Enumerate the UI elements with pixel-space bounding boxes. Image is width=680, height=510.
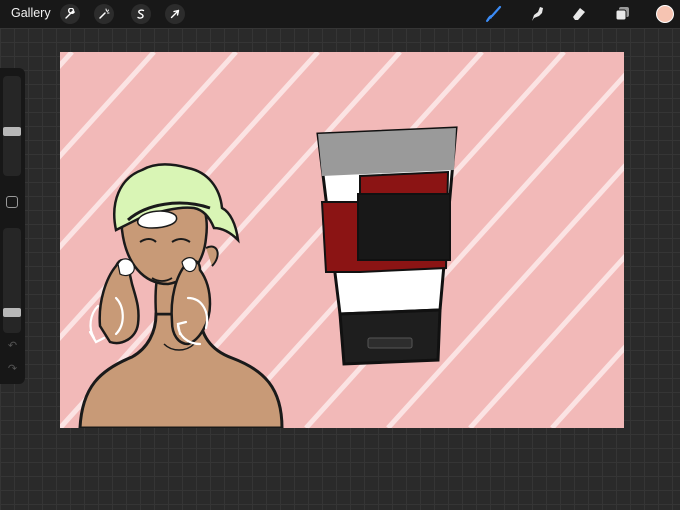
smudge-tool-button[interactable] xyxy=(526,3,548,25)
eraser-icon xyxy=(573,8,585,20)
background-stripe xyxy=(550,344,624,428)
drawing-canvas[interactable] xyxy=(60,52,624,428)
actions-button[interactable] xyxy=(60,4,80,24)
eraser-tool-button[interactable] xyxy=(568,3,590,25)
gallery-button[interactable]: Gallery xyxy=(11,6,51,20)
tube-label xyxy=(357,193,451,261)
smudge-icon xyxy=(532,7,543,21)
foam-left xyxy=(117,258,135,277)
foam-forehead xyxy=(136,210,178,229)
opacity-handle[interactable] xyxy=(3,308,21,317)
selection-s-icon xyxy=(137,9,145,19)
undo-icon[interactable]: ↶ xyxy=(6,340,19,353)
opacity-slider[interactable] xyxy=(3,228,21,333)
wrench-icon xyxy=(65,8,76,19)
redo-icon[interactable]: ↷ xyxy=(6,363,19,376)
tube-cap xyxy=(338,308,442,366)
layers-button[interactable] xyxy=(611,3,633,25)
top-toolbar: Gallery xyxy=(0,0,680,28)
transform-button[interactable] xyxy=(165,4,185,24)
cleanser-tube xyxy=(316,126,458,366)
brush-tool-button[interactable] xyxy=(483,3,505,25)
tube-cap-slot xyxy=(367,337,413,349)
color-swatch-button[interactable] xyxy=(656,5,674,23)
modify-button[interactable] xyxy=(6,196,18,208)
adjustments-button[interactable] xyxy=(94,4,114,24)
brush-size-handle[interactable] xyxy=(3,127,21,136)
left-sidebar: ↶ ↷ xyxy=(0,68,25,384)
tube-top-band xyxy=(318,128,456,176)
brush-icon xyxy=(486,5,502,22)
arrow-cursor-icon xyxy=(170,9,180,19)
artwork xyxy=(60,52,624,428)
magic-wand-icon xyxy=(99,8,110,19)
selection-button[interactable] xyxy=(131,4,151,24)
brush-size-slider[interactable] xyxy=(3,76,21,176)
layers-icon xyxy=(615,7,629,21)
character-figure xyxy=(78,163,284,428)
